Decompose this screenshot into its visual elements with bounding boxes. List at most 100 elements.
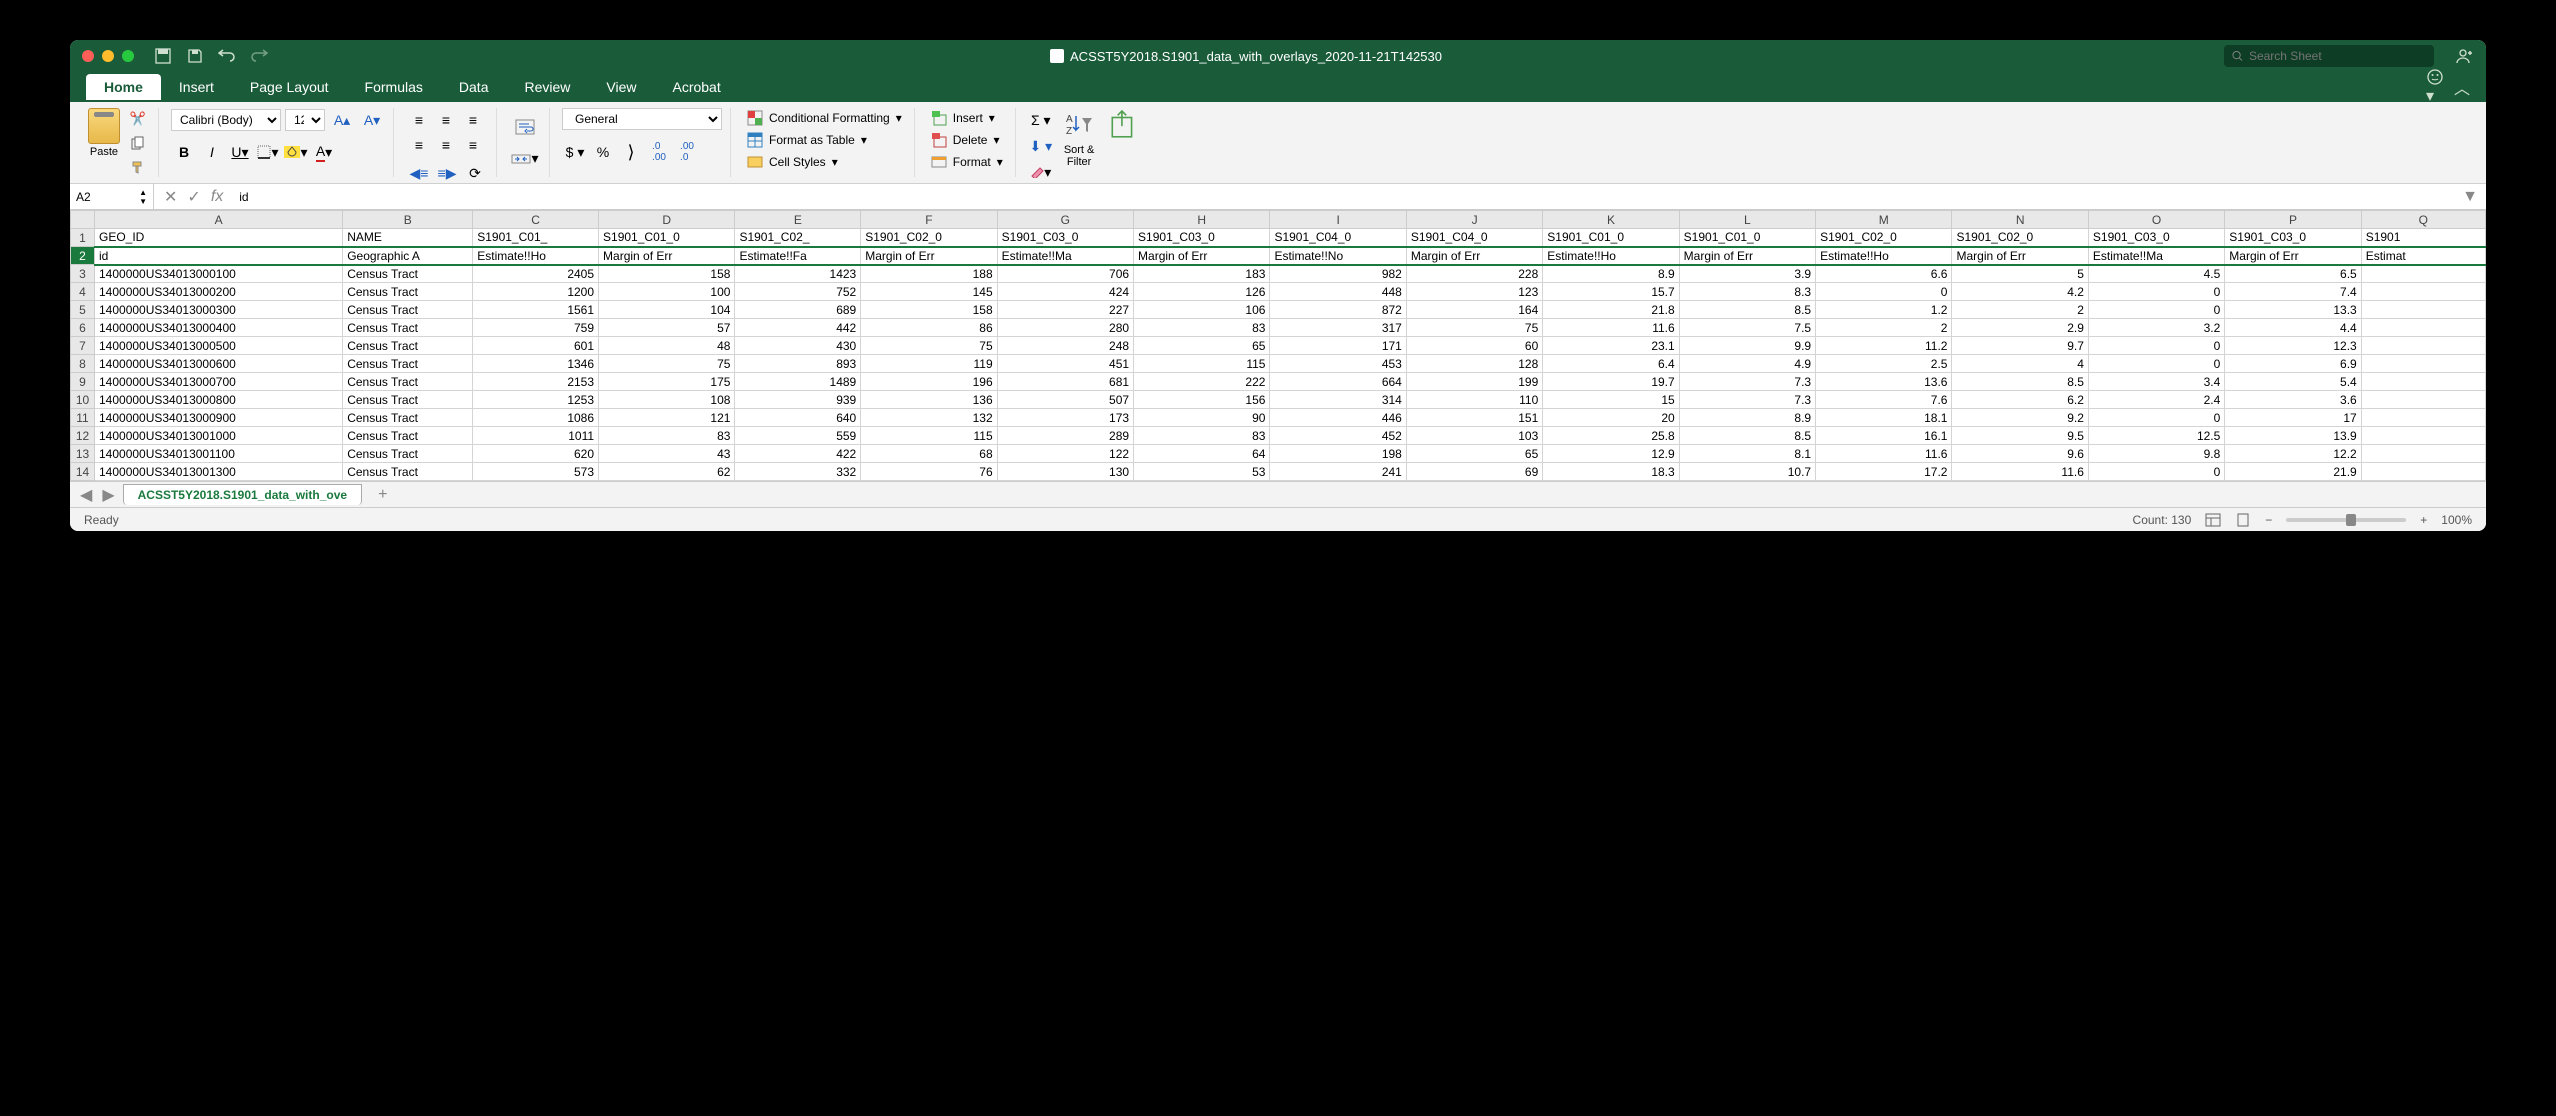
cell[interactable]: 0 xyxy=(2088,337,2224,355)
align-right-icon[interactable]: ≡ xyxy=(460,133,486,157)
cell[interactable]: 453 xyxy=(1270,355,1406,373)
cell[interactable] xyxy=(2361,373,2485,391)
cell[interactable]: 559 xyxy=(735,427,861,445)
cell[interactable]: 69 xyxy=(1406,463,1542,481)
cell[interactable]: Margin of Err xyxy=(1679,247,1815,265)
cell[interactable]: 9.9 xyxy=(1679,337,1815,355)
cell[interactable]: 4 xyxy=(1952,355,2088,373)
col-header-L[interactable]: L xyxy=(1679,211,1815,229)
cell[interactable]: 12.2 xyxy=(2225,445,2361,463)
prev-sheet-icon[interactable]: ◀ xyxy=(80,485,92,505)
cell[interactable]: S1901_C02_0 xyxy=(861,229,997,247)
cell[interactable]: 227 xyxy=(997,301,1133,319)
cell[interactable]: 7.4 xyxy=(2225,283,2361,301)
cell[interactable]: 1400000US34013000700 xyxy=(95,373,343,391)
font-size-select[interactable]: 12 xyxy=(285,109,325,131)
cell[interactable]: 183 xyxy=(1134,265,1270,283)
cell[interactable]: 314 xyxy=(1270,391,1406,409)
cell[interactable]: 121 xyxy=(599,409,735,427)
cell[interactable]: Census Tract xyxy=(343,427,473,445)
cell[interactable]: 3.4 xyxy=(2088,373,2224,391)
fill-color-icon[interactable]: ▾ xyxy=(283,140,309,164)
minimize-icon[interactable] xyxy=(102,50,114,62)
format-cells-button[interactable]: Format ▾ xyxy=(927,152,1007,172)
col-header-B[interactable]: B xyxy=(343,211,473,229)
cell[interactable]: Census Tract xyxy=(343,409,473,427)
cell[interactable]: 15.7 xyxy=(1543,283,1679,301)
add-sheet-button[interactable]: + xyxy=(370,486,395,504)
cell[interactable]: 6.4 xyxy=(1543,355,1679,373)
cell[interactable]: 76 xyxy=(861,463,997,481)
cell[interactable]: 442 xyxy=(735,319,861,337)
cell[interactable]: 108 xyxy=(599,391,735,409)
cell[interactable]: 5 xyxy=(1952,265,2088,283)
cell-styles-button[interactable]: Cell Styles ▾ xyxy=(743,152,906,172)
cell[interactable]: 103 xyxy=(1406,427,1542,445)
cell[interactable]: 65 xyxy=(1134,337,1270,355)
cell[interactable]: 9.2 xyxy=(1952,409,2088,427)
formula-input[interactable] xyxy=(233,190,2454,204)
col-header-Q[interactable]: Q xyxy=(2361,211,2485,229)
col-header-O[interactable]: O xyxy=(2088,211,2224,229)
cell[interactable]: 681 xyxy=(997,373,1133,391)
save-icon[interactable] xyxy=(186,47,204,65)
expand-formula-icon[interactable]: ▼ xyxy=(2454,188,2486,206)
cell[interactable]: Margin of Err xyxy=(599,247,735,265)
cell[interactable]: 451 xyxy=(997,355,1133,373)
comma-icon[interactable]: ⟩ xyxy=(618,140,644,164)
align-top-icon[interactable]: ≡ xyxy=(406,108,432,132)
cell[interactable]: 90 xyxy=(1134,409,1270,427)
fill-icon[interactable]: ⬇ ▾ xyxy=(1028,134,1054,158)
maximize-icon[interactable] xyxy=(122,50,134,62)
cell[interactable]: 104 xyxy=(599,301,735,319)
cell[interactable]: 241 xyxy=(1270,463,1406,481)
sheet-tab[interactable]: ACSST5Y2018.S1901_data_with_ove xyxy=(123,484,362,505)
cell[interactable]: 1086 xyxy=(473,409,599,427)
cell[interactable]: 1400000US34013001300 xyxy=(95,463,343,481)
cell[interactable]: 60 xyxy=(1406,337,1542,355)
redo-icon[interactable] xyxy=(250,47,268,65)
cell[interactable]: 1253 xyxy=(473,391,599,409)
cell[interactable]: 13.6 xyxy=(1816,373,1952,391)
cell[interactable]: 7.6 xyxy=(1816,391,1952,409)
cell[interactable]: 175 xyxy=(599,373,735,391)
cell[interactable]: 2 xyxy=(1816,319,1952,337)
cell[interactable]: 0 xyxy=(2088,463,2224,481)
row-header-5[interactable]: 5 xyxy=(71,301,95,319)
decrease-font-icon[interactable]: A▾ xyxy=(359,108,385,132)
cell[interactable]: 21.8 xyxy=(1543,301,1679,319)
copy-icon[interactable] xyxy=(126,132,150,154)
col-header-N[interactable]: N xyxy=(1952,211,2088,229)
share-export-button[interactable] xyxy=(1104,108,1142,142)
cell[interactable]: S1901 xyxy=(2361,229,2485,247)
cell[interactable]: 21.9 xyxy=(2225,463,2361,481)
cell[interactable]: 228 xyxy=(1406,265,1542,283)
autosave-icon[interactable] xyxy=(154,47,172,65)
cell[interactable]: 8.9 xyxy=(1679,409,1815,427)
cell[interactable]: 126 xyxy=(1134,283,1270,301)
cell[interactable]: 1011 xyxy=(473,427,599,445)
close-icon[interactable] xyxy=(82,50,94,62)
cell[interactable]: Census Tract xyxy=(343,445,473,463)
row-header-3[interactable]: 3 xyxy=(71,265,95,283)
font-family-select[interactable]: Calibri (Body) xyxy=(171,109,281,131)
cell[interactable]: 1400000US34013000200 xyxy=(95,283,343,301)
cell[interactable]: 86 xyxy=(861,319,997,337)
cell[interactable]: Margin of Err xyxy=(1406,247,1542,265)
cell[interactable]: 9.5 xyxy=(1952,427,2088,445)
cell[interactable]: 136 xyxy=(861,391,997,409)
cell[interactable] xyxy=(2361,337,2485,355)
cell[interactable]: 6.9 xyxy=(2225,355,2361,373)
row-header-13[interactable]: 13 xyxy=(71,445,95,463)
tab-home[interactable]: Home xyxy=(86,74,161,100)
cell[interactable]: 156 xyxy=(1134,391,1270,409)
cell[interactable]: 939 xyxy=(735,391,861,409)
cell[interactable]: 25.8 xyxy=(1543,427,1679,445)
cell[interactable]: Census Tract xyxy=(343,391,473,409)
cell[interactable]: 8.1 xyxy=(1679,445,1815,463)
cell[interactable]: 198 xyxy=(1270,445,1406,463)
cell[interactable]: 706 xyxy=(997,265,1133,283)
cell[interactable]: S1901_C03_0 xyxy=(997,229,1133,247)
search-box[interactable] xyxy=(2224,45,2434,67)
cell[interactable]: 48 xyxy=(599,337,735,355)
